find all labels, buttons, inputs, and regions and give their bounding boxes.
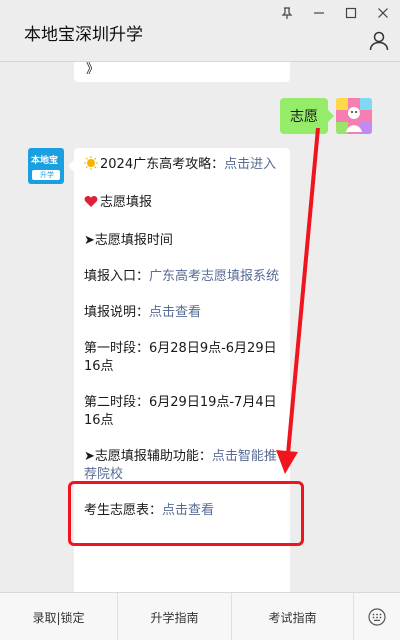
pin-icon[interactable]	[278, 4, 296, 22]
menu-tab-guide[interactable]: 升学指南	[118, 593, 232, 640]
entry-link[interactable]: 广东高考志愿填报系统	[149, 269, 279, 284]
bot-avatar[interactable]: 本地宝 升学	[28, 148, 64, 184]
message-line-guide: 2024广东高考攻略：点击进入	[84, 156, 280, 176]
bot-avatar-label-bottom: 升学	[40, 171, 54, 179]
sun-icon	[84, 156, 98, 176]
user-message-bubble: 志愿	[280, 98, 334, 134]
previous-message-text: 》	[86, 62, 100, 77]
maximize-icon[interactable]	[342, 4, 360, 22]
previous-message-bubble: 》	[74, 62, 290, 82]
entry-text: 填报入口：	[84, 269, 150, 284]
person-icon[interactable]	[368, 30, 390, 52]
minimize-icon[interactable]	[310, 4, 328, 22]
user-message-row: 志愿	[280, 98, 372, 134]
instructions-text: 填报说明：	[84, 305, 150, 320]
user-avatar[interactable]	[336, 98, 372, 134]
heading-text: 志愿填报	[100, 195, 153, 210]
message-line-instructions: 填报说明：点击查看	[84, 304, 280, 322]
message-line-period-2: 第二时段：6月29日19点-7月4日16点	[84, 395, 277, 428]
guide-text: 2024广东高考攻略：	[100, 157, 225, 172]
menu-tab-admission[interactable]: 录取|锁定	[0, 593, 118, 640]
keyboard-icon[interactable]	[354, 593, 400, 640]
annotation-highlight-box	[68, 481, 304, 546]
chat-title: 本地宝深圳升学	[24, 25, 143, 45]
bottom-menu: 录取|锁定 升学指南 考试指南	[0, 592, 400, 640]
heart-icon	[84, 195, 98, 214]
message-line-time: ➤志愿填报时间	[84, 233, 173, 248]
message-line-period-1: 第一时段：6月28日9点-6月29日16点	[84, 341, 277, 374]
close-icon[interactable]	[374, 4, 392, 22]
title-bar: 本地宝深圳升学	[0, 0, 400, 62]
message-line-assist: ➤志愿填报辅助功能：点击智能推荐院校	[84, 448, 280, 484]
instructions-link[interactable]: 点击查看	[149, 305, 201, 320]
bot-avatar-label-top: 本地宝	[31, 156, 59, 166]
message-line-entry: 填报入口：广东高考志愿填报系统	[84, 268, 280, 286]
assist-text: ➤志愿填报辅助功能：	[84, 449, 212, 464]
menu-tab-exam[interactable]: 考试指南	[232, 593, 354, 640]
window-controls	[278, 4, 392, 22]
message-line-heading: 志愿填报	[84, 194, 280, 214]
guide-link[interactable]: 点击进入	[224, 157, 276, 172]
